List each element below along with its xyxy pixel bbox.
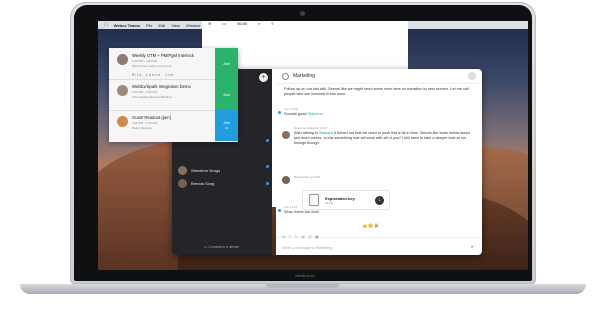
new-space-button[interactable]: + <box>259 73 268 82</box>
space-title: Marketing <box>293 73 315 79</box>
menu-app-name[interactable]: Webex Teams <box>114 23 140 28</box>
avatar <box>282 131 290 139</box>
space-name: Wanderer Drugs <box>191 168 221 173</box>
message-text: After talking to <box>294 131 319 135</box>
conversation-pane: Marketing Follow up on our last talk. Se… <box>276 69 482 255</box>
message-text: Follow up on our last talk. Seems like w… <box>284 87 469 96</box>
read-indicator <box>278 111 281 114</box>
join-button[interactable]: Join <box>215 79 238 110</box>
format-icon[interactable]: T <box>288 234 291 239</box>
message: You 10:49 Sounds good Giacomo. <box>284 107 472 117</box>
emoji-icon[interactable]: ☺ <box>294 234 299 239</box>
message-author: You <box>284 205 290 209</box>
avatar <box>117 85 128 96</box>
message-author: You <box>284 107 290 111</box>
download-icon[interactable]: ↓ <box>375 195 384 205</box>
avatar <box>178 179 187 188</box>
meeting-time: 1:00 PM - 1:30 PM <box>132 121 158 125</box>
avatar <box>178 166 187 175</box>
meeting-notifications: Weekly GTM + PM/PgM Interlock 1:00 PM - … <box>109 48 238 142</box>
message-mention[interactable]: Barbara <box>319 131 333 135</box>
space-info-icon[interactable] <box>282 72 289 80</box>
laptop-notch <box>266 284 340 288</box>
space-menu-button[interactable] <box>468 72 476 80</box>
reaction-bar[interactable]: 👍🙂🎉 <box>362 223 380 228</box>
space-item[interactable]: Wanderer Drugs <box>178 166 220 175</box>
message-author: Giacomo Edwards <box>294 126 319 130</box>
whiteboard-icon[interactable]: ▣ <box>315 234 320 239</box>
meeting-detail: Board Meeting <box>132 126 152 130</box>
menu-file[interactable]: File <box>146 23 152 28</box>
message-mention[interactable]: Giacomo. <box>307 112 323 116</box>
connect-device-button[interactable]: ▭ Connect to a device <box>204 245 239 249</box>
connect-device-label: Connect to a device <box>208 245 240 249</box>
message-time: 12:34 <box>319 126 327 130</box>
space-name: Brenda Song <box>191 181 215 186</box>
file-size: 24 KB <box>325 200 334 205</box>
space-item[interactable]: Brenda Song <box>178 179 214 188</box>
message: Brenda Song 13:00 <box>294 175 482 180</box>
meeting-detail: Cisco Spark Meeting (Builder) <box>132 95 172 99</box>
send-icon[interactable]: ➤ <box>471 244 474 249</box>
laptop-label: MacBook Air <box>295 274 315 278</box>
meeting-notification[interactable]: WebEx/Spark Integration Demo 1:00 PM - 2… <box>109 79 238 111</box>
file-name: Exploration.key <box>325 195 355 201</box>
gif-icon[interactable]: ◎ <box>308 234 313 239</box>
message-meta: Brenda Song 13:00 <box>294 175 482 180</box>
unread-dot <box>266 139 269 142</box>
message-text: Sounds good <box>284 112 307 116</box>
apple-icon[interactable]:  <box>104 22 108 28</box>
message-text: Wow, these are nice! <box>284 210 320 214</box>
meeting-time: 1:00 PM - 2:00 PM <box>132 59 158 63</box>
unread-dot <box>266 165 269 168</box>
message-time: 13:11 <box>289 205 298 209</box>
menu-edit[interactable]: Edit <box>159 23 166 28</box>
unread-dot <box>266 182 269 185</box>
meeting-title: WebEx/Spark Integration Demo <box>132 84 191 89</box>
message: Giacomo Edwards 12:34 After talking to B… <box>294 126 472 146</box>
message-author: Brenda Song <box>294 175 312 179</box>
meeting-time: 1:00 PM - 2:00 PM <box>132 90 158 94</box>
avatar <box>117 54 128 65</box>
message: Follow up on our last talk. Seems like w… <box>284 87 472 97</box>
read-indicator <box>278 209 281 212</box>
menu-view[interactable]: View <box>171 23 180 28</box>
join-button[interactable]: Join ▭ <box>215 110 238 141</box>
menu-window[interactable]: Window <box>186 23 200 28</box>
composer-toolbar: ⊘ T ☺ @ ◎ ▣ <box>282 234 320 239</box>
meeting-detail: https://cisco.webex.com/meet <box>132 64 172 68</box>
meeting-attendees: Rita, Leslie, Jim <box>132 73 174 77</box>
avatar <box>282 176 290 184</box>
attach-icon[interactable]: ⊘ <box>282 234 286 239</box>
camera-icon <box>300 11 305 16</box>
meeting-notification[interactable]: Guest Readout (pen) 1:00 PM - 1:30 PM Bo… <box>109 110 238 141</box>
message-time: 13:00 <box>312 175 320 179</box>
message-time: 10:49 <box>289 107 298 111</box>
video-icon: ▭ <box>224 126 229 130</box>
meeting-title: Guest Readout (pen) <box>132 115 172 120</box>
avatar <box>117 116 128 127</box>
join-button[interactable]: Join <box>215 48 238 79</box>
message-input[interactable]: Write a message to Marketing <box>282 246 332 250</box>
message: You 13:11 Wow, these are nice! <box>284 205 472 215</box>
space-header: Marketing <box>276 69 482 84</box>
meeting-notification[interactable]: Weekly GTM + PM/PgM Interlock 1:00 PM - … <box>109 48 238 80</box>
mention-icon[interactable]: @ <box>301 234 306 239</box>
composer: ⊘ T ☺ @ ◎ ▣ Write a message to Marketing… <box>276 234 482 255</box>
meeting-title: Weekly GTM + PM/PgM Interlock <box>132 53 194 58</box>
mac-menubar:  Webex Teams File Edit View Window Help… <box>98 21 528 207</box>
